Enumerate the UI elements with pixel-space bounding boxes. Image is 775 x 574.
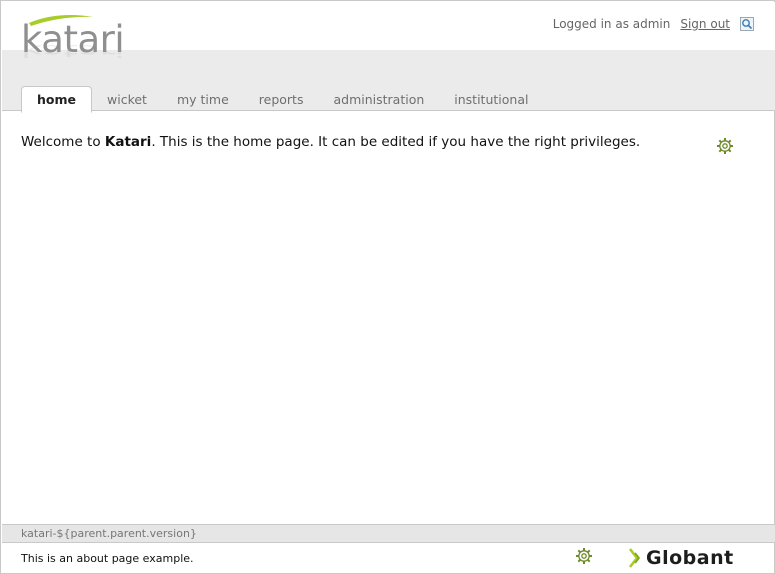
globant-logo-icon — [629, 548, 640, 568]
tab-reports[interactable]: reports — [244, 86, 319, 112]
search-icon[interactable] — [740, 17, 754, 31]
page-frame: katari katari Logged in as admin Sign ou… — [0, 0, 775, 574]
footer-gear-icon[interactable] — [575, 547, 593, 565]
sign-out-link[interactable]: Sign out — [680, 17, 730, 31]
tab-administration[interactable]: administration — [318, 86, 439, 112]
welcome-text: Welcome to Katari. This is the home page… — [21, 134, 640, 150]
katari-logo[interactable]: katari katari — [19, 11, 125, 77]
about-text: This is an about page example. — [21, 552, 194, 565]
tab-institutional[interactable]: institutional — [439, 86, 543, 112]
welcome-suffix: . This is the home page. It can be edite… — [151, 134, 641, 150]
version-bar: katari-${parent.parent.version} — [2, 524, 775, 543]
tab-home[interactable]: home — [21, 86, 92, 113]
main-nav-tabs: home wicket my time reports administrati… — [21, 85, 543, 113]
welcome-brand: Katari — [104, 134, 152, 150]
welcome-prefix: Welcome to — [21, 134, 105, 150]
tab-my-time[interactable]: my time — [162, 86, 244, 112]
user-bar: Logged in as admin Sign out — [553, 17, 754, 31]
globant-wordmark: Globant — [646, 546, 734, 569]
tab-wicket[interactable]: wicket — [92, 86, 162, 112]
gear-icon[interactable] — [716, 137, 734, 155]
logged-in-label: Logged in as admin — [552, 17, 671, 31]
logo-reflection: katari — [21, 41, 125, 61]
globant-logo[interactable]: Globant — [629, 548, 734, 568]
